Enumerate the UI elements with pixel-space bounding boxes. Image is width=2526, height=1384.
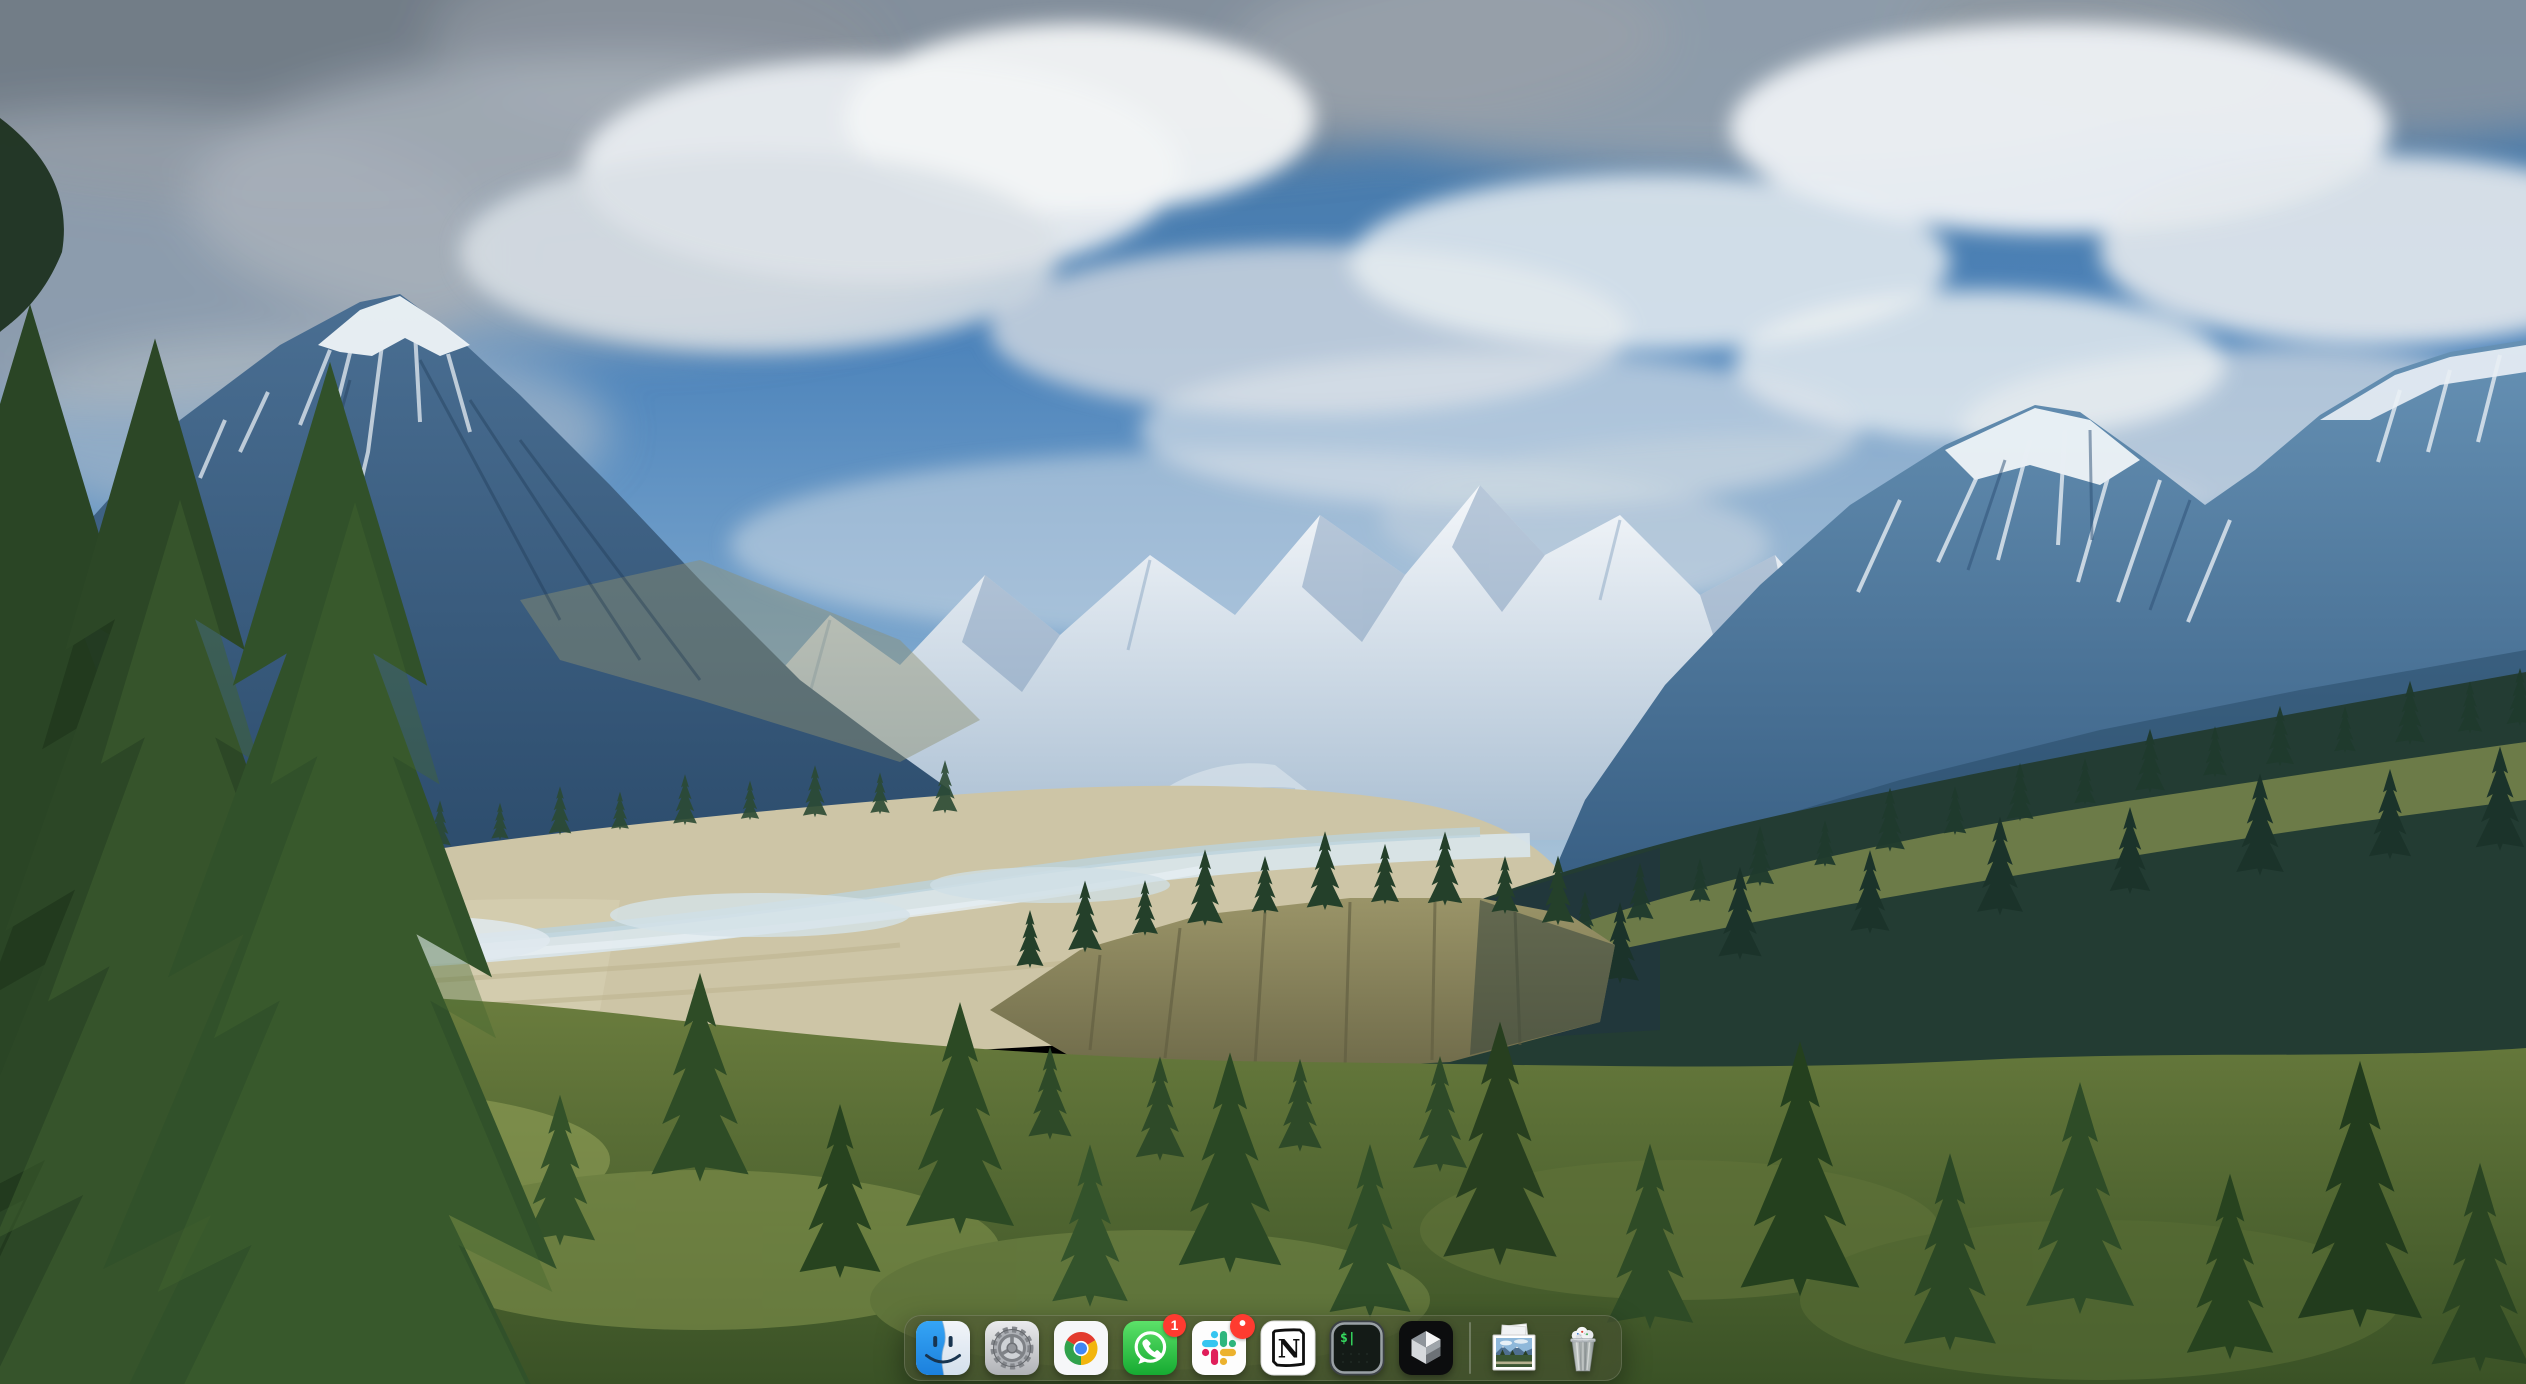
terminal-prompt: $| [1340, 1331, 1356, 1346]
dock-item-cursor[interactable] [1398, 1320, 1454, 1376]
terminal-icon: $| [1329, 1320, 1385, 1376]
screenshot-file-stack-icon [1486, 1320, 1542, 1376]
notion-icon: N [1260, 1320, 1316, 1376]
slack-notification-badge: • [1230, 1314, 1255, 1339]
dock-item-trash[interactable] [1555, 1320, 1611, 1376]
dock-divider [1469, 1322, 1471, 1374]
desktop[interactable]: 1 • N [0, 0, 2526, 1384]
dock-item-terminal[interactable]: $| [1329, 1320, 1385, 1376]
dock-item-finder[interactable] [915, 1320, 971, 1376]
dock: 1 • N [904, 1315, 1622, 1381]
dock-item-notion[interactable]: N [1260, 1320, 1316, 1376]
dock-item-system-settings[interactable] [984, 1320, 1040, 1376]
dock-item-whatsapp[interactable]: 1 [1122, 1320, 1178, 1376]
system-settings-gear-icon [984, 1320, 1040, 1376]
finder-icon [915, 1320, 971, 1376]
cursor-cube-icon [1398, 1320, 1454, 1376]
chrome-icon [1053, 1320, 1109, 1376]
dock-item-slack[interactable]: • [1191, 1320, 1247, 1376]
dock-item-screenshot-stack[interactable] [1486, 1320, 1542, 1376]
whatsapp-notification-badge: 1 [1163, 1314, 1186, 1337]
dock-item-chrome[interactable] [1053, 1320, 1109, 1376]
notion-letter: N [1278, 1335, 1301, 1364]
trash-full-icon [1555, 1320, 1611, 1376]
desktop-wallpaper [0, 0, 2526, 1384]
